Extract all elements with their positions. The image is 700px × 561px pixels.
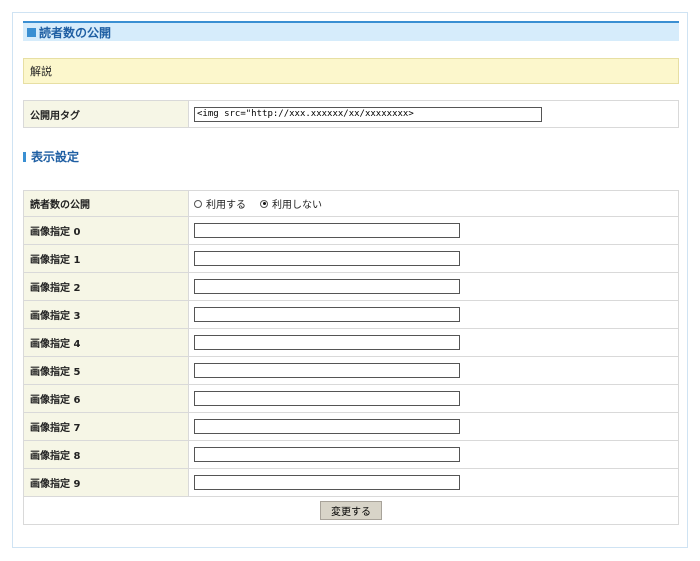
image-label-7: 画像指定 7 (23, 412, 189, 441)
image-label-6: 画像指定 6 (23, 384, 189, 413)
section-heading: 表示設定 (23, 148, 79, 165)
tag-table: 公開用タグ (23, 100, 679, 128)
submit-button[interactable]: 変更する (320, 501, 382, 520)
image-label-5: 画像指定 5 (23, 356, 189, 385)
radio-use[interactable] (194, 199, 202, 208)
image-label-8: 画像指定 8 (23, 440, 189, 469)
image-input-0[interactable] (194, 223, 460, 238)
content-panel: 読者数の公開 解説 公開用タグ 表示設定 読者数の公開 利用する 利用しない (12, 12, 688, 548)
image-label-9: 画像指定 9 (23, 468, 189, 497)
image-input-5[interactable] (194, 363, 460, 378)
publish-label: 読者数の公開 (23, 190, 189, 217)
help-notice: 解説 (23, 58, 679, 84)
image-input-9[interactable] (194, 475, 460, 490)
image-input-7[interactable] (194, 419, 460, 434)
page-header: 読者数の公開 (23, 21, 679, 41)
header-square-icon (27, 27, 36, 37)
image-input-6[interactable] (194, 391, 460, 406)
radio-not-use[interactable] (260, 199, 268, 208)
image-input-3[interactable] (194, 307, 460, 322)
section-title: 表示設定 (31, 150, 80, 164)
tag-label: 公開用タグ (23, 100, 189, 128)
image-label-3: 画像指定 3 (23, 300, 189, 329)
image-label-1: 画像指定 1 (23, 244, 189, 273)
image-input-8[interactable] (194, 447, 460, 462)
settings-table: 読者数の公開 利用する 利用しない 画像指定 0 画像指定 1 画像指定 2 画… (23, 190, 679, 525)
help-notice-text: 解説 (30, 65, 52, 78)
tag-input[interactable] (194, 106, 542, 122)
image-input-4[interactable] (194, 335, 460, 350)
image-input-1[interactable] (194, 251, 460, 266)
radio-not-use-label[interactable]: 利用しない (272, 196, 322, 211)
image-input-2[interactable] (194, 279, 460, 294)
section-marker-icon (23, 151, 26, 162)
radio-use-label[interactable]: 利用する (206, 196, 246, 211)
page-title: 読者数の公開 (39, 25, 112, 40)
image-label-4: 画像指定 4 (23, 328, 189, 357)
publish-radio-group: 利用する 利用しない (194, 196, 677, 211)
image-label-2: 画像指定 2 (23, 272, 189, 301)
image-label-0: 画像指定 0 (23, 216, 189, 245)
